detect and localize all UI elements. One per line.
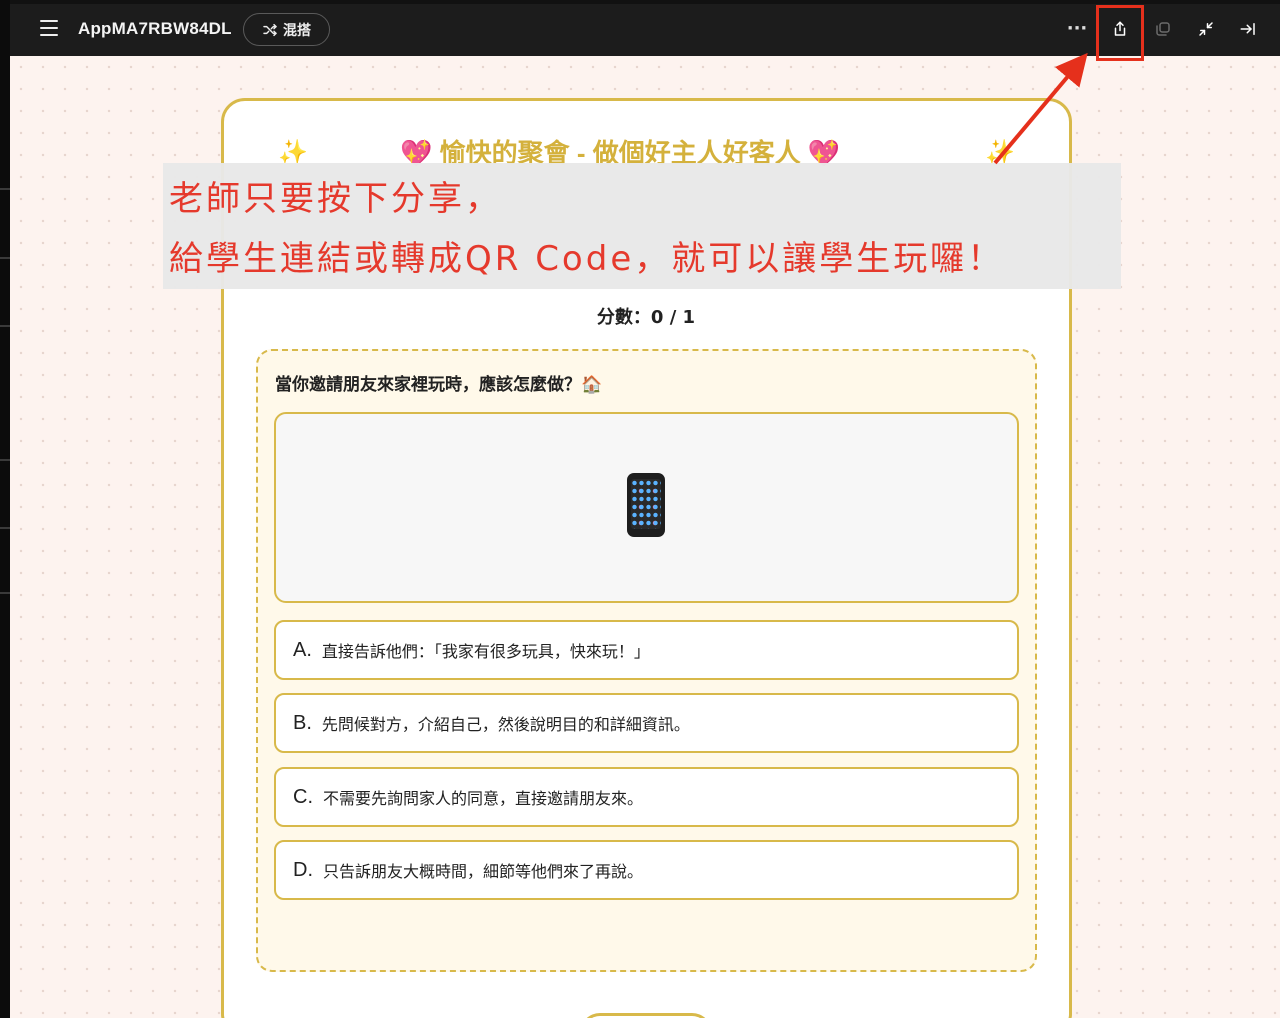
more-icon[interactable]: ···	[1066, 18, 1088, 40]
option-letter: A.	[293, 638, 312, 661]
option-text: 直接告訴他們：「我家有很多玩具，快來玩！」	[321, 642, 650, 661]
annotation-line-2: 給學生連結或轉成QR Code，就可以讓學生玩囉！	[169, 239, 1005, 279]
option-letter: C.	[293, 785, 313, 808]
collapse-icon[interactable]	[1195, 18, 1217, 40]
score-display: 分數：0 / 1	[596, 307, 696, 328]
app-title: AppMA7RBW84DL	[78, 19, 232, 38]
annotation-overlay: 老師只要按下分享， 給學生連結或轉成QR Code，就可以讓學生玩囉！	[163, 163, 1121, 289]
sparkle-left: ✨	[278, 138, 308, 166]
option-b[interactable]: B. 先問候對方，介紹自己，然後說明目的和詳細資訊。	[274, 693, 1019, 753]
sparkle-right: ✨	[985, 138, 1015, 166]
dock-right-icon[interactable]	[1237, 18, 1259, 40]
option-letter: B.	[293, 711, 312, 734]
option-text: 只告訴朋友大概時間，細節等他們來了再說。	[323, 862, 644, 881]
left-panel-edge	[0, 0, 10, 1018]
question-text: 當你邀請朋友來家裡玩時，應該怎麼做？🏠	[275, 375, 603, 395]
annotation-line-1: 老師只要按下分享，	[169, 179, 502, 219]
option-a[interactable]: A. 直接告訴他們：「我家有很多玩具，快來玩！」	[274, 620, 1019, 680]
option-text: 先問候對方，介紹自己，然後說明目的和詳細資訊。	[321, 715, 690, 734]
menu-icon[interactable]	[40, 20, 58, 36]
submit-button[interactable]	[580, 1013, 712, 1018]
option-c[interactable]: C. 不需要先詢問家人的同意，直接邀請朋友來。	[274, 767, 1019, 827]
option-letter: D.	[293, 858, 313, 881]
option-text: 不需要先詢問家人的同意，直接邀請朋友來。	[323, 789, 644, 808]
mix-button[interactable]: 混搭	[243, 13, 330, 46]
mix-label: 混搭	[283, 22, 311, 39]
shuffle-icon	[263, 23, 277, 36]
share-highlight-box	[1096, 5, 1144, 61]
top-toolbar: AppMA7RBW84DL 混搭 ···	[10, 4, 1280, 56]
copy-icon[interactable]	[1152, 18, 1174, 40]
phone-icon	[627, 473, 665, 537]
option-d[interactable]: D. 只告訴朋友大概時間，細節等他們來了再說。	[274, 840, 1019, 900]
